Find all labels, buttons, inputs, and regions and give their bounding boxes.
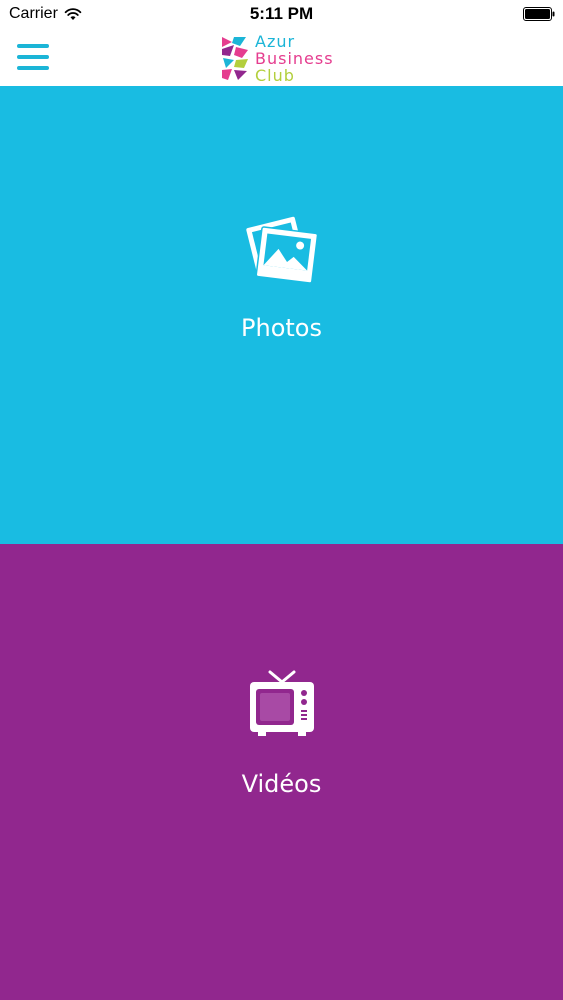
battery-icon	[523, 7, 555, 21]
tv-icon	[249, 670, 314, 736]
logo-text: Azur Business Club	[255, 33, 334, 84]
azur-business-club-logo[interactable]: Azur Business Club	[220, 32, 350, 84]
photos-label: Photos	[241, 314, 322, 342]
menu-bar-bottom	[17, 66, 49, 70]
status-bar: Carrier 5:11 PM	[0, 0, 563, 30]
logo-line-azur: Azur	[255, 31, 296, 51]
hamburger-menu-button[interactable]	[17, 44, 49, 70]
videos-tile[interactable]: Vidéos	[0, 544, 563, 1000]
logo-line-club: Club	[255, 65, 295, 85]
photos-tile[interactable]: Photos	[0, 86, 563, 544]
hamburger-menu-icon	[17, 44, 49, 48]
logo-mark-icon	[222, 37, 248, 80]
photos-icon	[245, 216, 318, 284]
navigation-bar: Azur Business Club	[0, 30, 563, 86]
logo-line-business: Business	[255, 48, 334, 68]
videos-label: Vidéos	[241, 770, 322, 798]
menu-bar-middle	[17, 55, 49, 59]
status-time: 5:11 PM	[249, 4, 314, 23]
